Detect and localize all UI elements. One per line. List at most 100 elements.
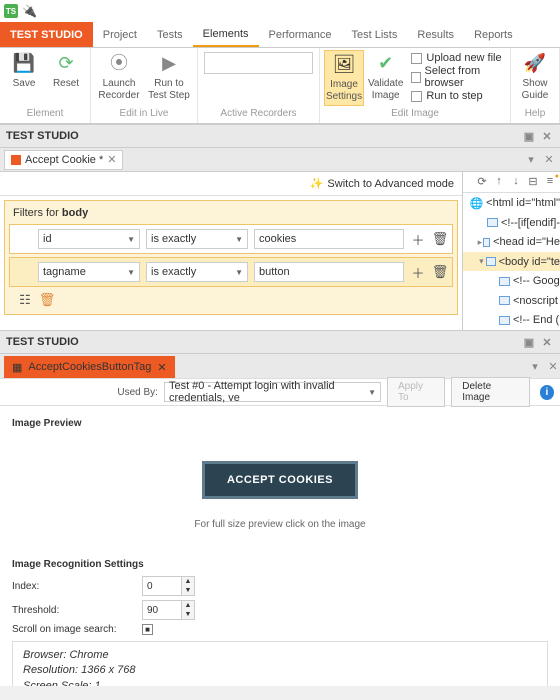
filter-op-1[interactable]: is exactly▼ (146, 262, 248, 282)
index-down[interactable]: ▼ (182, 586, 194, 595)
delete-image-button[interactable]: Delete Image (451, 377, 530, 407)
list-icon[interactable]: ≡● (543, 175, 557, 189)
titlebar: TS 🔌 (0, 0, 560, 22)
save-button[interactable]: 💾Save (4, 50, 44, 92)
select-browser-button[interactable]: Select from browser (411, 65, 502, 89)
doc-tab-accept-cookie[interactable]: Accept Cookie * ✕ (4, 150, 123, 170)
filter-val-1[interactable]: button (254, 262, 404, 282)
node-icon (499, 316, 510, 325)
add-filter-icon[interactable]: ＋ (410, 264, 426, 280)
node-icon (486, 257, 496, 266)
menu-testlists[interactable]: Test Lists (342, 22, 408, 47)
record-icon: ⦿ (107, 52, 131, 76)
refresh-icon[interactable]: ⟳ (475, 175, 489, 189)
delete-filter-icon[interactable]: 🗑 (432, 231, 448, 247)
dom-comment-2[interactable]: <!-- End ( (463, 310, 560, 330)
usedby-select[interactable]: Test #0 - Attempt login with invalid cre… (164, 382, 381, 402)
run-to-step-button[interactable]: ▶Run to Test Step (145, 50, 193, 104)
filter-attr-0[interactable]: id▼ (38, 229, 140, 249)
tag-close-icon[interactable]: ✕ (546, 359, 560, 373)
close-tag-icon[interactable]: ✕ (157, 361, 166, 374)
show-guide-button[interactable]: 🚀Show Guide (515, 50, 555, 104)
accept-cookies-preview[interactable]: ACCEPT COOKIES (202, 461, 358, 499)
filter-trash-icon[interactable]: 🗑 (39, 292, 55, 308)
run-icon: ▶ (157, 52, 181, 76)
scroll-checkbox[interactable]: ■ (142, 624, 153, 635)
usedby-label: Used By: (6, 387, 158, 398)
run-step-button[interactable]: Run to step (411, 90, 502, 102)
filter-tree-icon[interactable]: ☷ (17, 292, 33, 308)
threshold-label: Threshold: (12, 605, 132, 616)
add-filter-icon[interactable]: ＋ (410, 231, 426, 247)
group-active-recorders-label: Active Recorders (202, 108, 315, 121)
index-up[interactable]: ▲ (182, 577, 194, 586)
doc-tabstrip: Accept Cookie * ✕ ▾ ✕ (0, 148, 560, 172)
dom-comment-1[interactable]: <!-- Goog (463, 271, 560, 291)
plug-icon: 🔌 (22, 4, 37, 18)
dom-head[interactable]: ▸<head id="He (463, 232, 560, 252)
dom-comment-0[interactable]: <!--[if[endif]- (463, 213, 560, 233)
wand-icon: ✨ (310, 177, 324, 190)
down-icon[interactable]: ↓ (509, 175, 523, 189)
up-icon[interactable]: ↑ (492, 175, 506, 189)
filter-header: Filters for body (9, 205, 453, 221)
group-edit-image-label: Edit Image (324, 108, 506, 121)
tree-icon[interactable]: ⊟ (526, 175, 540, 189)
info-icon[interactable]: i (540, 385, 554, 400)
menubar: TEST STUDIO Project Tests Elements Perfo… (0, 22, 560, 48)
close-tab-icon[interactable]: ✕ (107, 153, 116, 166)
filter-val-0[interactable]: cookies (254, 229, 404, 249)
maximize-icon[interactable]: ▣ (522, 129, 536, 143)
node-icon (499, 277, 510, 286)
filter-op-0[interactable]: is exactly▼ (146, 229, 248, 249)
index-input[interactable] (142, 576, 182, 596)
menu-tests[interactable]: Tests (147, 22, 193, 47)
threshold-input[interactable] (142, 600, 182, 620)
dom-noscript[interactable]: <noscript (463, 291, 560, 311)
upload-file-button[interactable]: Upload new file (411, 52, 502, 64)
filter-area: Filters for body id▼ is exactly▼ cookies… (4, 200, 458, 315)
tag-tab[interactable]: ▦ AcceptCookiesButtonTag ✕ (4, 356, 175, 378)
validate-image-button[interactable]: ✔Validate Image (366, 50, 405, 104)
filter-row-0: id▼ is exactly▼ cookies ＋ 🗑 (9, 224, 453, 254)
rocket-icon: 🚀 (523, 52, 547, 76)
advanced-mode-link[interactable]: Switch to Advanced mode (327, 178, 454, 190)
menu-results[interactable]: Results (407, 22, 464, 47)
maximize-icon[interactable]: ▣ (522, 335, 536, 349)
menu-reports[interactable]: Reports (464, 22, 523, 47)
menu-project[interactable]: Project (93, 22, 147, 47)
menu-brand[interactable]: TEST STUDIO (0, 22, 93, 47)
reset-button[interactable]: ⟳Reset (46, 50, 86, 92)
recog-header: Image Recognition Settings (12, 559, 548, 570)
menu-performance[interactable]: Performance (259, 22, 342, 47)
advanced-bar: ✨ Switch to Advanced mode (0, 172, 462, 196)
image-settings-button[interactable]: 🖼Image Settings (324, 50, 364, 106)
dom-body[interactable]: ▾<body id="te (463, 252, 560, 272)
usedby-bar: Used By: Test #0 - Attempt login with in… (0, 378, 560, 406)
info-box: Browser: Chrome Resolution: 1366 x 768 S… (12, 641, 548, 686)
globe-icon: 🌐 (469, 197, 483, 210)
tag-menu-icon[interactable]: ▾ (528, 359, 542, 373)
apply-to-button[interactable]: Apply To (387, 377, 445, 407)
menu-elements[interactable]: Elements (193, 22, 259, 47)
index-label: Index: (12, 581, 132, 592)
dom-html[interactable]: 🌐<html id="html" (463, 193, 560, 213)
app-icon: TS (4, 4, 18, 18)
delete-filter-icon[interactable]: 🗑 (432, 264, 448, 280)
panel1-header: TEST STUDIO ▣ ✕ (0, 124, 560, 148)
tabstrip-close-icon[interactable]: ✕ (542, 153, 556, 167)
thresh-down[interactable]: ▼ (182, 610, 194, 619)
close-icon[interactable]: ✕ (540, 335, 554, 349)
group-help-label: Help (515, 108, 555, 121)
close-icon[interactable]: ✕ (540, 129, 554, 143)
filter-attr-1[interactable]: tagname▼ (38, 262, 140, 282)
image-settings-icon: 🖼 (332, 53, 356, 77)
reset-icon: ⟳ (54, 52, 78, 76)
launch-recorder-button[interactable]: ⦿Launch Recorder (95, 50, 143, 104)
tabstrip-menu-icon[interactable]: ▾ (524, 153, 538, 167)
active-recorders-combo[interactable] (204, 52, 313, 74)
thresh-up[interactable]: ▲ (182, 601, 194, 610)
doc-tab-icon (11, 155, 21, 165)
preview-hint: For full size preview click on the image (194, 519, 365, 530)
filter-row-1: tagname▼ is exactly▼ button ＋ 🗑 (9, 257, 453, 287)
